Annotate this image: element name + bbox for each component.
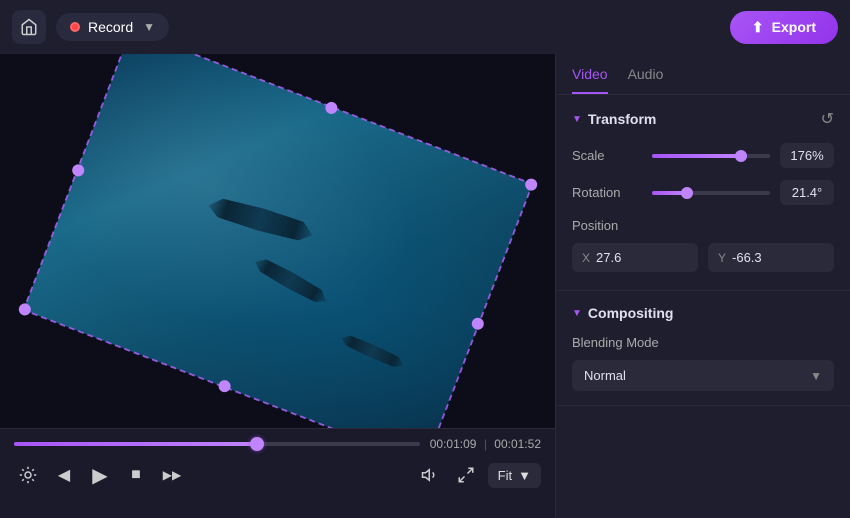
rotation-slider[interactable] (652, 191, 770, 195)
progress-track[interactable] (14, 442, 420, 446)
video-area: 00:01:09 | 00:01:52 ◀ ▶ ■ ▶▶ (0, 54, 555, 518)
pos-y-input[interactable]: Y -66.3 (708, 243, 834, 272)
progress-fill (14, 442, 257, 446)
topbar-left: Record ▼ (12, 10, 169, 44)
right-controls: Fit ▼ (416, 461, 541, 489)
scale-slider[interactable] (652, 154, 770, 158)
shark-3 (334, 327, 411, 376)
progress-area: 00:01:09 | 00:01:52 (14, 437, 541, 451)
video-frame (23, 54, 532, 428)
transform-section: ▼ Transform ↺ Scale 176% Rotation (556, 95, 850, 291)
time-display: 00:01:09 | 00:01:52 (430, 437, 541, 451)
tab-audio[interactable]: Audio (628, 66, 664, 94)
fit-label: Fit (498, 468, 512, 483)
transform-reset-button[interactable]: ↺ (821, 109, 834, 129)
rotation-value[interactable]: 21.4° (780, 180, 834, 205)
export-icon: ⬆ (752, 19, 764, 36)
record-button[interactable]: Record ▼ (56, 13, 169, 41)
compositing-header: ▼ Compositing (572, 305, 834, 321)
total-time: 00:01:52 (494, 437, 541, 451)
record-label: Record (88, 19, 133, 35)
position-inputs: X 27.6 Y -66.3 (572, 243, 834, 272)
shark-2 (244, 248, 335, 313)
position-row: Position X 27.6 Y -66.3 (572, 217, 834, 272)
blending-mode-label: Blending Mode (572, 335, 659, 350)
fit-dropdown[interactable]: Fit ▼ (488, 463, 541, 488)
rewind-button[interactable]: ◀ (50, 461, 78, 489)
pos-x-input[interactable]: X 27.6 (572, 243, 698, 272)
blending-row: Blending Mode (572, 335, 834, 350)
transform-arrow-icon: ▼ (572, 114, 582, 125)
scale-thumb[interactable] (735, 150, 747, 162)
record-indicator (70, 22, 80, 32)
progress-thumb[interactable] (250, 437, 264, 451)
shark-1 (197, 187, 322, 254)
compositing-arrow-icon: ▼ (572, 308, 582, 319)
current-time: 00:01:09 (430, 437, 477, 451)
blending-mode-dropdown[interactable]: Normal ▼ (572, 360, 834, 391)
forward-button[interactable]: ▶▶ (158, 461, 186, 489)
transform-title: ▼ Transform (572, 111, 656, 127)
pos-x-label: X (582, 251, 590, 265)
video-canvas (0, 54, 555, 428)
rotation-label: Rotation (572, 185, 642, 200)
stop-button[interactable]: ■ (122, 461, 150, 489)
rotation-thumb[interactable] (681, 187, 693, 199)
transform-header: ▼ Transform ↺ (572, 109, 834, 129)
scale-row: Scale 176% (572, 143, 834, 168)
export-label: Export (772, 19, 816, 35)
tab-video[interactable]: Video (572, 66, 608, 94)
controls-bar: 00:01:09 | 00:01:52 ◀ ▶ ■ ▶▶ (0, 428, 555, 518)
main-content: 00:01:09 | 00:01:52 ◀ ▶ ■ ▶▶ (0, 54, 850, 518)
compositing-section: ▼ Compositing Blending Mode Normal ▼ (556, 291, 850, 406)
blending-mode-value: Normal (584, 368, 626, 383)
rotation-row: Rotation 21.4° (572, 180, 834, 205)
export-button[interactable]: ⬆ Export (730, 11, 838, 44)
left-controls: ◀ ▶ ■ ▶▶ (14, 461, 186, 489)
screenshot-button[interactable] (14, 461, 42, 489)
volume-button[interactable] (416, 461, 444, 489)
scale-label: Scale (572, 148, 642, 163)
scale-fill (652, 154, 741, 158)
right-panel: Video Audio ▼ Transform ↺ Scale (555, 54, 850, 518)
play-button[interactable]: ▶ (86, 461, 114, 489)
position-label: Position (572, 218, 618, 233)
topbar: Record ▼ ⬆ Export (0, 0, 850, 54)
time-separator: | (484, 437, 487, 451)
record-chevron-icon: ▼ (143, 20, 155, 34)
compositing-title: ▼ Compositing (572, 305, 673, 321)
panel-tabs: Video Audio (556, 54, 850, 95)
fit-chevron-icon: ▼ (518, 468, 531, 483)
pos-x-value: 27.6 (596, 250, 621, 265)
fullscreen-button[interactable] (452, 461, 480, 489)
pos-y-label: Y (718, 251, 726, 265)
blend-chevron-icon: ▼ (810, 369, 822, 383)
scale-value[interactable]: 176% (780, 143, 834, 168)
playback-controls: ◀ ▶ ■ ▶▶ (14, 461, 541, 489)
home-button[interactable] (12, 10, 46, 44)
pos-y-value: -66.3 (732, 250, 762, 265)
